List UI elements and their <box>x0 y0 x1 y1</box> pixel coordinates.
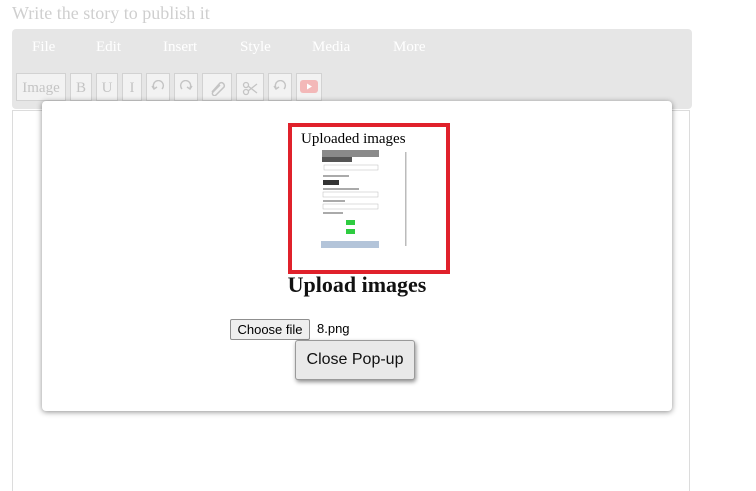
choose-file-button[interactable]: Choose file <box>230 319 310 340</box>
upload-images-heading: Upload images <box>287 272 427 297</box>
undo-button-2[interactable] <box>268 73 292 101</box>
selected-file-name: 8.png <box>317 321 350 336</box>
close-popup-button[interactable]: Close Pop-up <box>295 340 415 380</box>
underline-button[interactable]: U <box>96 73 118 101</box>
italic-button[interactable]: I <box>122 73 142 101</box>
image-button[interactable]: Image <box>16 73 66 101</box>
youtube-button[interactable] <box>296 73 322 101</box>
menu-insert[interactable]: Insert <box>163 39 197 56</box>
cut-button[interactable] <box>236 73 264 101</box>
youtube-icon <box>300 80 318 93</box>
cut-icon <box>242 81 258 96</box>
redo-button[interactable] <box>174 73 198 101</box>
undo-icon <box>273 80 287 90</box>
undo-icon <box>151 80 165 90</box>
undo-button[interactable] <box>146 73 170 101</box>
uploaded-image-thumbnail[interactable] <box>321 150 407 248</box>
menu-style[interactable]: Style <box>240 39 271 56</box>
uploaded-images-label: Uploaded images <box>301 131 406 147</box>
menu-media[interactable]: Media <box>312 39 350 56</box>
attachment-button[interactable] <box>202 73 232 101</box>
bold-button[interactable]: B <box>70 73 92 101</box>
menu-edit[interactable]: Edit <box>96 39 121 56</box>
page-right-margin <box>706 0 756 485</box>
menu-more[interactable]: More <box>393 39 426 56</box>
attachment-icon <box>211 81 226 96</box>
menu-file[interactable]: File <box>32 39 55 56</box>
redo-icon <box>179 80 193 90</box>
story-title-placeholder[interactable]: Write the story to publish it <box>12 3 210 24</box>
editor-toolbar: File Edit Insert Style Media More Image … <box>12 29 692 109</box>
